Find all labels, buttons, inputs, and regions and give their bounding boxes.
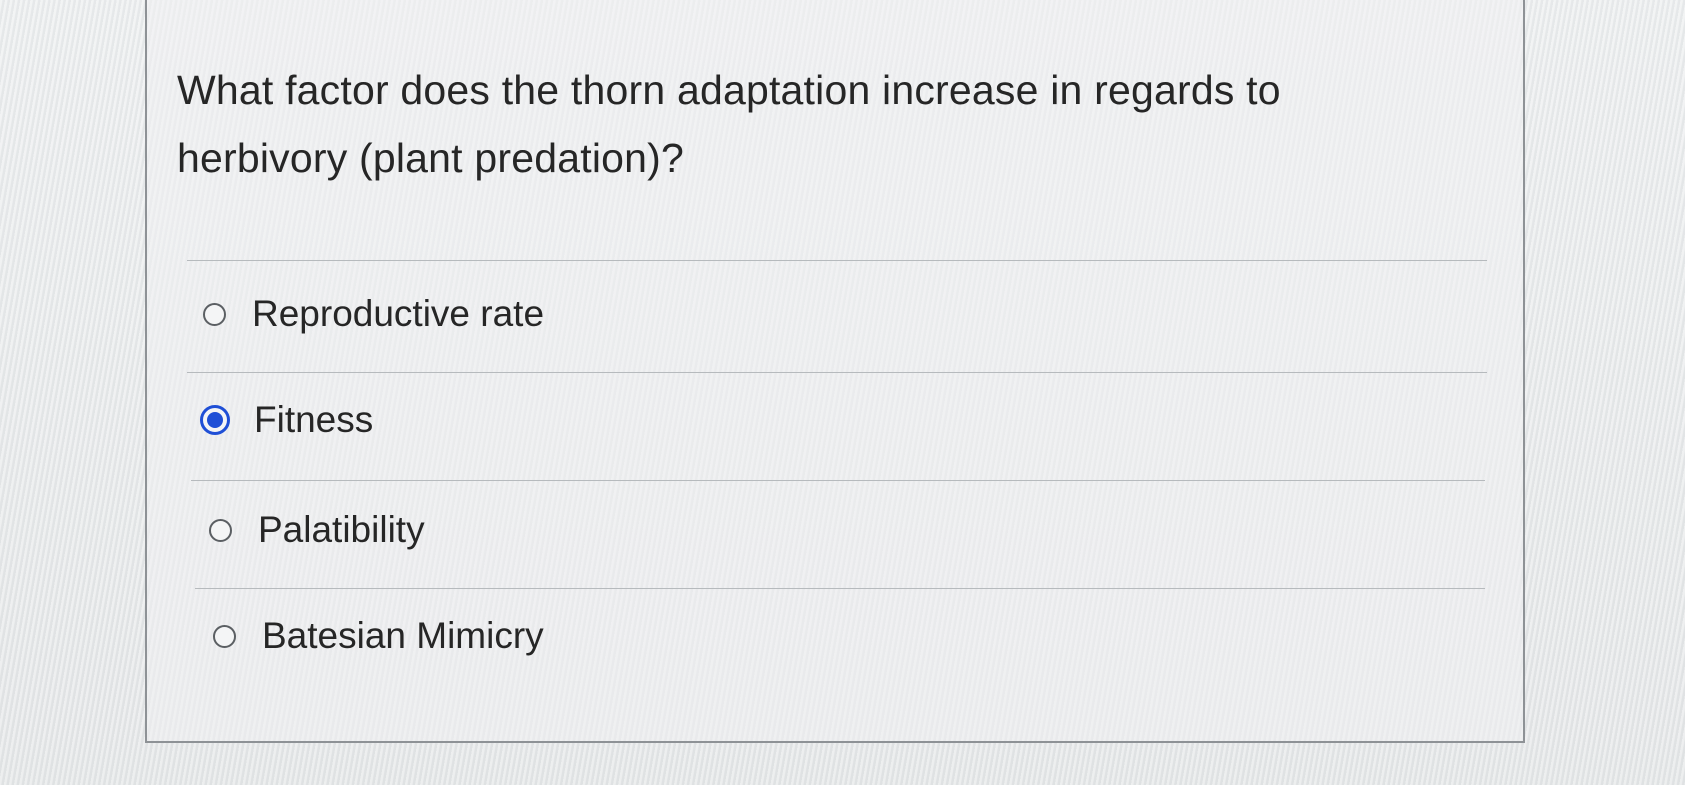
divider xyxy=(187,260,1487,261)
option-label: Reproductive rate xyxy=(252,293,545,334)
radio-unselected-icon[interactable] xyxy=(203,302,226,326)
option-fitness[interactable]: Fitness xyxy=(200,398,373,442)
option-palatibility[interactable]: Palatibility xyxy=(209,508,425,552)
radio-unselected-icon[interactable] xyxy=(213,624,236,648)
question-card: What factor does the thorn adaptation in… xyxy=(145,0,1525,743)
option-label: Palatibility xyxy=(258,509,425,550)
divider xyxy=(187,372,1487,373)
option-batesian-mimicry[interactable]: Batesian Mimicry xyxy=(213,614,544,658)
option-reproductive-rate[interactable]: Reproductive rate xyxy=(203,292,544,336)
radio-unselected-icon[interactable] xyxy=(209,518,232,542)
radio-selected-icon[interactable] xyxy=(200,405,230,435)
divider xyxy=(191,480,1485,481)
option-label: Batesian Mimicry xyxy=(262,615,544,656)
option-label: Fitness xyxy=(254,399,374,440)
question-text: What factor does the thorn adaptation in… xyxy=(177,67,1281,181)
divider xyxy=(195,588,1485,589)
